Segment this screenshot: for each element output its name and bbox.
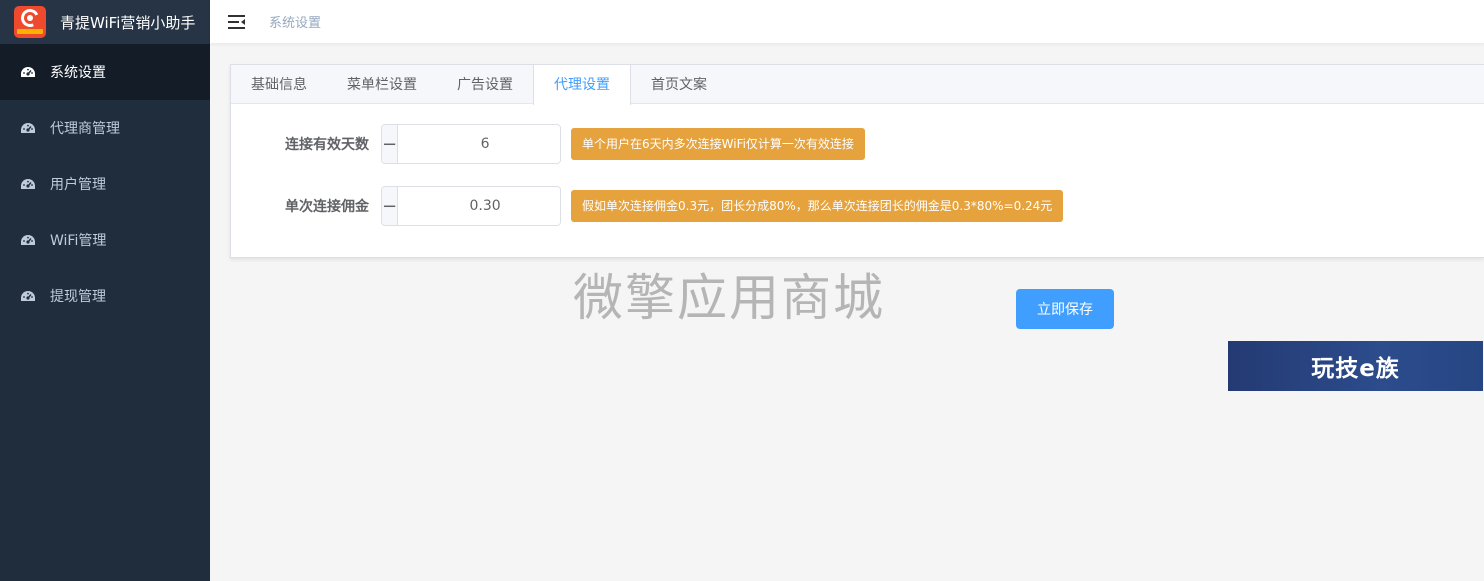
sidebar-item-label: 代理商管理: [50, 121, 120, 137]
brand[interactable]: 青提WiFi营销小助手: [0, 0, 210, 44]
days-decrement-button[interactable]: −: [382, 125, 399, 163]
sidebar-item-wifi-management[interactable]: WiFi管理: [0, 212, 210, 268]
days-hint-badge: 单个用户在6天内多次连接WiFi仅计算一次有效连接: [571, 128, 865, 160]
commission-hint-badge: 假如单次连接佣金0.3元，团长分成80%，那么单次连接团长的佣金是0.3*80%…: [571, 190, 1064, 222]
banner-text: 玩技e族: [1311, 356, 1400, 382]
commission-decrement-button[interactable]: −: [382, 187, 399, 225]
hamburger-icon[interactable]: [228, 14, 246, 30]
dashboard-icon: [20, 122, 36, 134]
sidebar-item-label: 提现管理: [50, 289, 106, 305]
watermark-text: 微擎应用商城: [573, 269, 885, 327]
dashboard-icon: [20, 66, 36, 78]
top-header: 系统设置: [210, 0, 1484, 44]
breadcrumb[interactable]: 系统设置: [269, 12, 321, 31]
tab-ad-settings[interactable]: 广告设置: [437, 65, 533, 104]
sidebar-item-label: 系统设置: [50, 65, 106, 81]
form-row-days: 连接有效天数 − + 单个用户在6天内多次连接WiFi仅计算一次有效连接: [231, 124, 865, 164]
sidebar-menu: 系统设置 代理商管理 用户管理 WiFi管理 提现管理: [0, 44, 210, 324]
tab-bar: 基础信息 菜单栏设置 广告设置 代理设置 首页文案: [231, 65, 1484, 105]
tab-basic-info[interactable]: 基础信息: [231, 65, 327, 104]
sidebar-item-user-management[interactable]: 用户管理: [0, 156, 210, 212]
sidebar: 青提WiFi营销小助手 系统设置 代理商管理 用户管理 WiFi管理 提现管理: [0, 0, 210, 581]
app-title: 青提WiFi营销小助手: [60, 13, 196, 32]
tab-menu-settings[interactable]: 菜单栏设置: [327, 65, 437, 104]
sidebar-item-label: 用户管理: [50, 177, 106, 193]
sidebar-item-system-settings[interactable]: 系统设置: [0, 44, 210, 100]
sidebar-item-label: WiFi管理: [50, 233, 107, 249]
days-input[interactable]: [398, 125, 560, 163]
save-button[interactable]: 立即保存: [1016, 289, 1114, 329]
settings-card: 基础信息 菜单栏设置 广告设置 代理设置 首页文案 连接有效天数 − + 单个用…: [230, 64, 1484, 258]
tab-agent-settings[interactable]: 代理设置: [533, 65, 631, 105]
logo-icon: [14, 6, 46, 38]
sidebar-item-withdrawal-management[interactable]: 提现管理: [0, 268, 210, 324]
tab-homepage-copy[interactable]: 首页文案: [631, 65, 727, 104]
dashboard-icon: [20, 234, 36, 246]
sidebar-item-agent-management[interactable]: 代理商管理: [0, 100, 210, 156]
commission-stepper: − +: [381, 186, 561, 226]
form-row-commission: 单次连接佣金 − + 假如单次连接佣金0.3元，团长分成80%，那么单次连接团长…: [231, 186, 1064, 226]
dashboard-icon: [20, 178, 36, 190]
commission-input[interactable]: [398, 187, 560, 225]
dashboard-icon: [20, 290, 36, 302]
days-stepper: − +: [381, 124, 561, 164]
days-label: 连接有效天数: [285, 137, 369, 153]
corner-banner: 玩技e族: [1228, 341, 1483, 391]
commission-label: 单次连接佣金: [285, 199, 369, 215]
